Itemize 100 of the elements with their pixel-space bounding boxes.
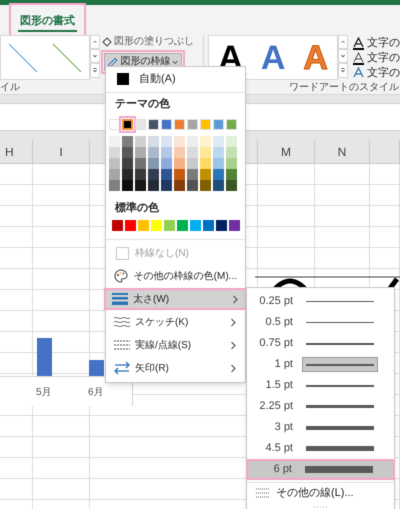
color-swatch[interactable]: [200, 180, 211, 191]
sketch-lines-icon: [114, 316, 130, 328]
color-swatch[interactable]: [213, 158, 224, 169]
column-header[interactable]: I: [59, 142, 63, 160]
color-swatch[interactable]: [151, 220, 162, 231]
color-swatch[interactable]: [161, 136, 172, 147]
color-swatch[interactable]: [122, 136, 133, 147]
color-swatch[interactable]: [122, 119, 133, 130]
line-weight-option[interactable]: 3 pt: [249, 419, 392, 436]
chart-bar: [89, 360, 104, 376]
text-format-button[interactable]: 文字の: [352, 36, 400, 50]
color-swatch[interactable]: [213, 169, 224, 180]
line-weight-option[interactable]: 4.5 pt: [249, 440, 392, 457]
line-weight-option[interactable]: 0.75 pt: [249, 335, 392, 352]
color-swatch[interactable]: [148, 180, 159, 191]
line-weight-icon: [112, 292, 128, 306]
color-swatch[interactable]: [109, 136, 120, 147]
color-swatch[interactable]: [190, 220, 201, 231]
scroll-up-icon[interactable]: [338, 35, 348, 49]
gallery-more-icon[interactable]: [90, 63, 100, 78]
line-sample: [306, 364, 374, 366]
color-swatch[interactable]: [112, 220, 123, 231]
color-swatch[interactable]: [200, 147, 211, 158]
menu-item[interactable]: その他の線(L)...: [247, 483, 394, 503]
color-swatch[interactable]: [138, 220, 149, 231]
color-swatch[interactable]: [122, 158, 133, 169]
color-swatch[interactable]: [161, 180, 172, 191]
line-weight-option[interactable]: 1.5 pt: [249, 377, 392, 394]
color-swatch[interactable]: [135, 136, 146, 147]
color-swatch[interactable]: [187, 147, 198, 158]
color-swatch[interactable]: [226, 158, 237, 169]
color-swatch[interactable]: [177, 220, 188, 231]
color-swatch[interactable]: [174, 158, 185, 169]
line-sample: [306, 405, 374, 408]
color-swatch[interactable]: [229, 220, 240, 231]
color-swatch[interactable]: [216, 220, 227, 231]
color-swatch[interactable]: [164, 220, 175, 231]
line-sample: [306, 446, 374, 451]
menu-item[interactable]: 太さ(W): [106, 290, 245, 308]
line-weight-option[interactable]: 1 pt: [249, 356, 392, 373]
color-swatch[interactable]: [135, 158, 146, 169]
color-swatch[interactable]: [122, 169, 133, 180]
line-thumbnail[interactable]: [8, 42, 38, 72]
ribbon-tab[interactable]: 図形の書式: [18, 12, 77, 32]
text-format-button[interactable]: 文字の: [352, 66, 400, 80]
color-swatch[interactable]: [200, 169, 211, 180]
line-weight-option[interactable]: 0.5 pt: [249, 314, 392, 331]
color-swatch[interactable]: [122, 147, 133, 158]
color-swatch[interactable]: [226, 169, 237, 180]
shape-fill-button[interactable]: 図形の塗りつぶし: [100, 35, 200, 49]
color-swatch[interactable]: [148, 136, 159, 147]
line-thumbnail[interactable]: [52, 42, 82, 72]
line-sample: [306, 322, 374, 323]
color-swatch[interactable]: [122, 180, 133, 191]
color-swatch[interactable]: [109, 158, 120, 169]
color-swatch[interactable]: [213, 180, 224, 191]
scroll-down-icon[interactable]: [90, 49, 100, 63]
scroll-down-icon[interactable]: [338, 49, 348, 63]
line-weight-option[interactable]: 0.25 pt: [249, 293, 392, 310]
color-swatch[interactable]: [200, 136, 211, 147]
color-swatch[interactable]: [148, 158, 159, 169]
column-header[interactable]: N: [338, 142, 346, 160]
color-swatch[interactable]: [135, 147, 146, 158]
color-swatch[interactable]: [148, 147, 159, 158]
gallery-more-icon[interactable]: [338, 63, 348, 78]
color-swatch[interactable]: [174, 180, 185, 191]
column-header[interactable]: H: [5, 142, 14, 160]
line-weight-option[interactable]: 2.25 pt: [249, 398, 392, 415]
color-swatch[interactable]: [109, 169, 120, 180]
color-swatch[interactable]: [161, 147, 172, 158]
color-swatch[interactable]: [109, 180, 120, 191]
color-swatch[interactable]: [187, 169, 198, 180]
color-swatch[interactable]: [187, 136, 198, 147]
color-swatch[interactable]: [174, 136, 185, 147]
color-swatch[interactable]: [187, 180, 198, 191]
column-header[interactable]: M: [281, 142, 291, 160]
color-swatch[interactable]: [161, 169, 172, 180]
color-swatch[interactable]: [187, 158, 198, 169]
dash-lines-icon: [114, 339, 130, 351]
color-swatch[interactable]: [125, 220, 136, 231]
color-swatch[interactable]: [135, 169, 146, 180]
dotted-lines-icon: [256, 488, 270, 498]
color-swatch[interactable]: [148, 169, 159, 180]
scroll-up-icon[interactable]: [90, 35, 100, 49]
wordart-style-sample[interactable]: A: [260, 40, 286, 74]
color-swatch[interactable]: [213, 147, 224, 158]
line-weight-option[interactable]: 6 pt: [248, 461, 393, 478]
color-swatch[interactable]: [161, 158, 172, 169]
color-swatch[interactable]: [109, 147, 120, 158]
color-swatch[interactable]: [174, 147, 185, 158]
color-swatch[interactable]: [135, 180, 146, 191]
color-swatch[interactable]: [226, 180, 237, 191]
menu-item[interactable]: 自動(A): [106, 69, 245, 89]
color-swatch[interactable]: [203, 220, 214, 231]
text-format-button[interactable]: 文字の: [352, 51, 400, 65]
color-swatch[interactable]: [213, 136, 224, 147]
color-swatch[interactable]: [226, 147, 237, 158]
color-swatch[interactable]: [174, 169, 185, 180]
color-swatch[interactable]: [200, 158, 211, 169]
color-swatch[interactable]: [226, 136, 237, 147]
